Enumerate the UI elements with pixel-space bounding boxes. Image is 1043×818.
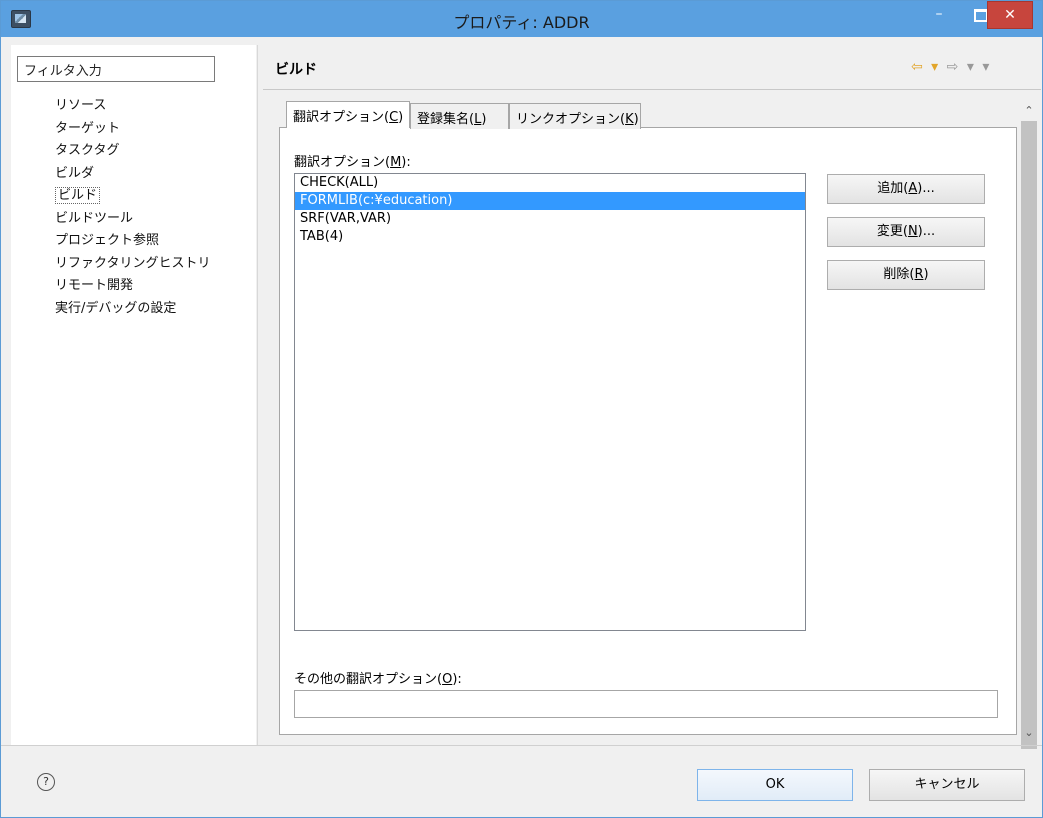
scroll-down-icon[interactable]: ⌄	[1019, 725, 1039, 741]
list-item[interactable]: SRF(VAR,VAR)	[295, 210, 805, 228]
sidebar-item-task-tags[interactable]: タスクタグ	[55, 140, 210, 163]
sidebar-item-resource[interactable]: リソース	[55, 95, 210, 118]
edit-button-suffix: )...	[917, 224, 936, 239]
sidebar-tree: リソース ターゲット タスクタグ ビルダ ビルド ビルドツール プロジェクト参照…	[55, 95, 210, 320]
forward-arrow-icon[interactable]: ⇨ ▾	[947, 59, 976, 75]
close-button[interactable]: ✕	[987, 1, 1033, 29]
tab-label-suffix: )	[633, 112, 639, 127]
minimize-button[interactable]: –	[917, 1, 961, 29]
properties-dialog: プロパティ: ADDR – ✕ フィルタ入力 リソース ターゲット タスクタグ …	[0, 0, 1043, 818]
sidebar-item-remote-development[interactable]: リモート開発	[55, 275, 210, 298]
edit-button-mnemonic: N	[907, 224, 918, 239]
sidebar-item-project-references[interactable]: プロジェクト参照	[55, 230, 210, 253]
delete-button[interactable]: 削除(R)	[827, 260, 985, 290]
add-button[interactable]: 追加(A)...	[827, 174, 985, 204]
other-options-label-text: その他の翻訳オプション(	[294, 672, 443, 687]
sidebar-item-label: リモート開発	[55, 278, 134, 293]
tab-library-names[interactable]: 登録集名(L)	[410, 103, 509, 129]
options-label-text: 翻訳オプション(	[294, 155, 391, 170]
options-list[interactable]: CHECK(ALL) FORMLIB(c:¥education) SRF(VAR…	[294, 173, 806, 631]
sidebar-item-label: リファクタリングヒストリ	[55, 255, 211, 271]
sidebar-item-label: ビルダ	[55, 165, 95, 181]
help-icon[interactable]: ?	[37, 773, 55, 791]
delete-button-label: 削除(	[883, 267, 915, 282]
sidebar-item-label: リソース	[55, 98, 107, 113]
delete-button-mnemonic: R	[914, 267, 924, 282]
other-options-input[interactable]	[294, 690, 998, 718]
filter-input[interactable]: フィルタ入力	[17, 56, 215, 82]
options-label-mnemonic: M	[390, 155, 402, 170]
sidebar-item-label: ターゲット	[55, 120, 121, 136]
sidebar-item-run-debug-settings[interactable]: 実行/デバッグの設定	[55, 298, 210, 321]
back-arrow-icon[interactable]: ⇦ ▾	[911, 59, 940, 75]
sidebar-item-label: タスクタグ	[55, 143, 120, 158]
list-item[interactable]: TAB(4)	[295, 228, 805, 246]
sidebar-item-build-tools[interactable]: ビルドツール	[55, 208, 210, 231]
maximize-icon	[974, 9, 988, 22]
other-options-label: その他の翻訳オプション(O):	[294, 668, 462, 687]
options-label-suffix: ):	[401, 155, 411, 170]
tab-mnemonic: K	[625, 112, 634, 127]
list-item[interactable]: CHECK(ALL)	[295, 174, 805, 192]
tab-label-suffix: )	[481, 112, 487, 127]
tab-label: 登録集名(	[417, 112, 475, 127]
edit-button[interactable]: 変更(N)...	[827, 217, 985, 247]
minimize-icon: –	[935, 6, 943, 22]
other-options-label-suffix: ):	[452, 672, 462, 687]
close-icon: ✕	[1004, 7, 1016, 23]
sidebar-item-label: ビルドツール	[55, 210, 134, 226]
sidebar-item-label: ビルド	[55, 187, 101, 204]
title-bar[interactable]: プロパティ: ADDR – ✕	[1, 1, 1042, 37]
options-label: 翻訳オプション(M):	[294, 151, 411, 170]
sidebar-item-label: 実行/デバッグの設定	[55, 300, 177, 316]
sidebar-item-refactoring-history[interactable]: リファクタリングヒストリ	[55, 253, 210, 276]
tab-mnemonic: C	[389, 110, 399, 125]
vertical-scrollbar[interactable]: ⌃ ⌄	[1019, 99, 1039, 749]
title-separator	[263, 89, 1041, 90]
sidebar-item-label: プロジェクト参照	[55, 233, 160, 248]
sidebar-item-build[interactable]: ビルド	[55, 185, 210, 208]
sidebar-item-builders[interactable]: ビルダ	[55, 163, 210, 186]
list-item[interactable]: FORMLIB(c:¥education)	[295, 192, 805, 210]
scroll-up-icon[interactable]: ⌃	[1019, 103, 1039, 119]
footer-separator	[1, 745, 1042, 746]
add-button-suffix: )...	[917, 181, 935, 196]
other-options-label-mnemonic: O	[442, 672, 453, 687]
add-button-mnemonic: A	[908, 181, 918, 196]
page-title: ビルド	[275, 62, 317, 78]
edit-button-label: 変更(	[876, 224, 908, 239]
ok-button[interactable]: OK	[697, 769, 853, 801]
window-title: プロパティ: ADDR	[453, 13, 590, 32]
scroll-thumb[interactable]	[1021, 121, 1037, 749]
cancel-button[interactable]: キャンセル	[869, 769, 1025, 801]
add-button-label: 追加(	[877, 181, 909, 196]
tab-label-suffix: )	[398, 110, 404, 125]
tab-label: リンクオプション(	[516, 112, 626, 127]
sidebar-item-target[interactable]: ターゲット	[55, 118, 210, 141]
history-nav: ⇦ ▾ ⇨ ▾ ▾	[911, 59, 991, 75]
tab-link-options[interactable]: リンクオプション(K)	[509, 103, 641, 129]
view-menu-icon[interactable]: ▾	[982, 59, 991, 75]
delete-button-suffix: )	[923, 267, 929, 282]
tab-label: 翻訳オプション(	[293, 110, 390, 125]
tab-compile-options[interactable]: 翻訳オプション(C)	[286, 101, 410, 128]
